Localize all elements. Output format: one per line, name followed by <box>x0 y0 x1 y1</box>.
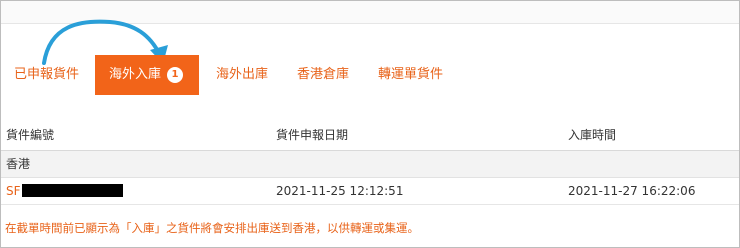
shipment-id-link[interactable]: SF <box>6 178 123 204</box>
group-label: 香港 <box>6 157 31 171</box>
group-row: 香港 <box>1 151 739 178</box>
tab-overseas-outbound[interactable]: 海外出庫 <box>216 55 268 95</box>
tab-bar: 已申報貨件 海外入庫 1 海外出庫 香港倉庫 轉運單貨件 <box>0 55 740 95</box>
column-header: 入庫時間 <box>568 128 617 142</box>
tab-transit-shipments[interactable]: 轉運單貨件 <box>378 55 443 95</box>
shipment-id-prefix: SF <box>6 184 21 198</box>
tab-hk-warehouse[interactable]: 香港倉庫 <box>297 55 349 95</box>
declared-date: 2021-11-25 12:12:51 <box>276 184 404 198</box>
column-header: 貨件編號 <box>6 128 55 142</box>
tab-label: 轉運單貨件 <box>378 67 444 82</box>
table-header: 貨件編號 貨件申報日期 入庫時間 <box>1 120 739 151</box>
received-time: 2021-11-27 16:22:06 <box>568 184 696 198</box>
tab-label: 香港倉庫 <box>297 67 350 82</box>
footnote: 在截單時間前已顯示為「入庫」之貨件將會安排出庫送到香港，以供轉運或集運。 <box>5 221 419 235</box>
top-strip <box>1 1 739 24</box>
tab-label: 海外入庫 <box>109 67 162 82</box>
tab-declared-shipments[interactable]: 已申報貨件 <box>14 55 79 95</box>
tab-label: 海外出庫 <box>216 67 269 82</box>
tab-label: 已申報貨件 <box>14 67 80 82</box>
redaction-block <box>21 184 123 197</box>
count-badge: 1 <box>167 67 184 83</box>
column-header: 貨件申報日期 <box>276 128 349 142</box>
table-row[interactable]: SF 2021-11-25 12:12:51 2021-11-27 16:22:… <box>1 178 739 205</box>
tab-overseas-inbound[interactable]: 海外入庫 1 <box>95 55 199 95</box>
